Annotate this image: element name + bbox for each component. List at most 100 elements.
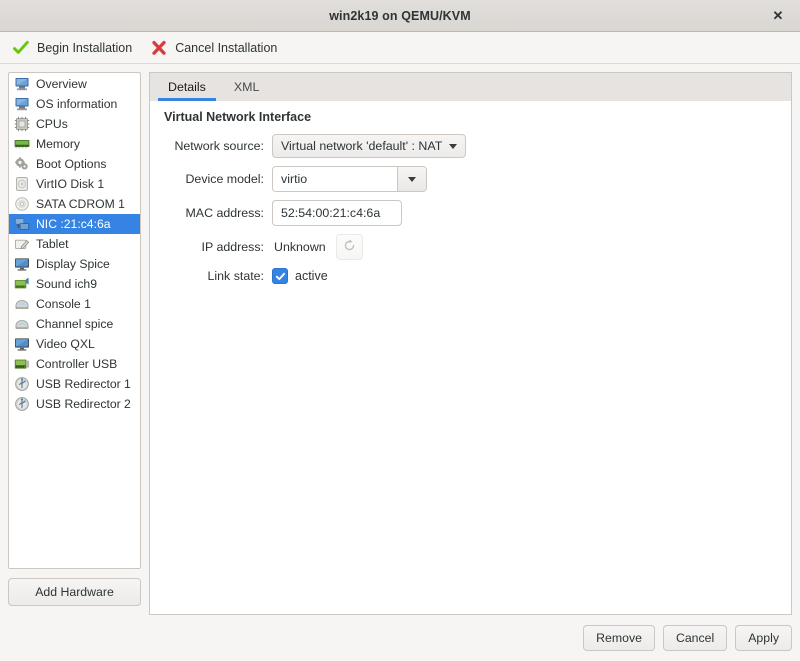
computer-icon <box>14 76 30 92</box>
sidebar-item-display-spice[interactable]: Display Spice <box>9 254 140 274</box>
body-area: Overview OS information CPUs Memory Boot Opt… <box>0 64 800 615</box>
sidebar-item-usb-redirector-2[interactable]: USB Redirector 2 <box>9 394 140 414</box>
titlebar: win2k19 on QEMU/KVM ✕ <box>0 0 800 32</box>
sidebar-item-virtio-disk-1[interactable]: VirtIO Disk 1 <box>9 174 140 194</box>
footer-button-bar: Remove Cancel Apply <box>0 615 800 661</box>
device-model-dropdown-button[interactable] <box>397 167 426 191</box>
begin-installation-label: Begin Installation <box>37 40 133 55</box>
tab-xml[interactable]: XML <box>220 73 273 101</box>
sidebar: Overview OS information CPUs Memory Boot Opt… <box>8 72 141 615</box>
device-model-label: Device model: <box>185 172 264 186</box>
sidebar-item-controller-usb[interactable]: Controller USB <box>9 354 140 374</box>
sidebar-item-tablet[interactable]: Tablet <box>9 234 140 254</box>
sidebar-item-nic-21-c4-6a[interactable]: NIC :21:c4:6a <box>9 214 140 234</box>
console-icon <box>14 316 30 332</box>
vm-details-window: win2k19 on QEMU/KVM ✕ Begin Installation… <box>0 0 800 661</box>
sidebar-item-label: OS information <box>36 97 118 111</box>
link-state-label: Link state: <box>207 269 264 283</box>
ip-address-value: Unknown <box>274 240 326 254</box>
display-monitor-icon <box>14 256 30 272</box>
usb-icon <box>14 376 30 392</box>
sidebar-item-console-1[interactable]: Console 1 <box>9 294 140 314</box>
controller-card-icon <box>14 356 30 372</box>
sidebar-item-label: VirtIO Disk 1 <box>36 177 105 191</box>
cancel-button[interactable]: Cancel <box>662 625 728 651</box>
sidebar-item-label: Sound ich9 <box>36 277 97 291</box>
mac-address-label: MAC address: <box>185 206 264 220</box>
display-monitor-icon <box>14 336 30 352</box>
section-title: Virtual Network Interface <box>164 110 312 124</box>
sidebar-item-sound-ich9[interactable]: Sound ich9 <box>9 274 140 294</box>
computer-icon <box>14 96 30 112</box>
network-source-row: Network source: Virtual network 'default… <box>162 134 779 158</box>
sidebar-item-label: USB Redirector 2 <box>36 397 131 411</box>
chevron-down-icon <box>408 176 416 182</box>
add-hardware-area: Add Hardware <box>8 569 141 615</box>
sidebar-item-label: Display Spice <box>36 257 110 271</box>
sidebar-item-label: Overview <box>36 77 87 91</box>
sidebar-item-cpus[interactable]: CPUs <box>9 114 140 134</box>
hardware-list[interactable]: Overview OS information CPUs Memory Boot Opt… <box>8 72 141 569</box>
apply-button[interactable]: Apply <box>735 625 792 651</box>
link-state-checkbox[interactable] <box>272 268 288 284</box>
cancel-installation-label: Cancel Installation <box>175 40 278 55</box>
link-state-checkbox-group[interactable]: active <box>272 268 328 284</box>
tab-details[interactable]: Details <box>154 73 220 101</box>
sidebar-item-label: Channel spice <box>36 317 114 331</box>
network-source-value: Virtual network 'default' : NAT <box>281 139 443 153</box>
memory-module-icon <box>14 136 30 152</box>
ip-address-label: IP address: <box>201 240 264 254</box>
sidebar-item-overview[interactable]: Overview <box>9 74 140 94</box>
sidebar-item-os-information[interactable]: OS information <box>9 94 140 114</box>
device-model-row: Device model: virtio <box>162 166 779 192</box>
cpu-chip-icon <box>14 116 30 132</box>
sidebar-item-video-qxl[interactable]: Video QXL <box>9 334 140 354</box>
gears-icon <box>14 156 30 172</box>
usb-icon <box>14 396 30 412</box>
optical-disc-icon <box>14 196 30 212</box>
sidebar-item-label: USB Redirector 1 <box>36 377 131 391</box>
window-title: win2k19 on QEMU/KVM <box>329 8 471 23</box>
mac-address-row: MAC address: 52:54:00:21:c4:6a <box>162 200 779 226</box>
sidebar-item-usb-redirector-1[interactable]: USB Redirector 1 <box>9 374 140 394</box>
stylus-tablet-icon <box>14 236 30 252</box>
network-source-dropdown[interactable]: Virtual network 'default' : NAT <box>272 134 467 158</box>
device-model-value[interactable]: virtio <box>273 167 397 191</box>
network-card-icon <box>14 216 30 232</box>
sidebar-item-channel-spice[interactable]: Channel spice <box>9 314 140 334</box>
main-panel: Details XML Virtual Network Interface Net… <box>149 72 792 615</box>
sidebar-item-label: Tablet <box>36 237 69 251</box>
mac-address-input[interactable]: 52:54:00:21:c4:6a <box>272 200 402 226</box>
device-model-combo[interactable]: virtio <box>272 166 427 192</box>
check-mark-icon <box>12 39 30 57</box>
sidebar-item-boot-options[interactable]: Boot Options <box>9 154 140 174</box>
sidebar-item-memory[interactable]: Memory <box>9 134 140 154</box>
sidebar-item-label: SATA CDROM 1 <box>36 197 125 211</box>
sidebar-item-label: NIC :21:c4:6a <box>36 217 111 231</box>
toolbar: Begin Installation Cancel Installation <box>0 32 800 64</box>
begin-installation-button[interactable]: Begin Installation <box>6 36 140 60</box>
refresh-icon <box>343 239 356 255</box>
checkmark-icon <box>275 272 285 280</box>
sidebar-item-label: Console 1 <box>36 297 91 311</box>
cancel-installation-button[interactable]: Cancel Installation <box>144 36 285 60</box>
sidebar-item-label: Boot Options <box>36 157 107 171</box>
remove-button[interactable]: Remove <box>583 625 655 651</box>
console-icon <box>14 296 30 312</box>
hard-disk-icon <box>14 176 30 192</box>
sidebar-item-label: Video QXL <box>36 337 95 351</box>
x-mark-icon <box>150 39 168 57</box>
network-source-label: Network source: <box>174 139 264 153</box>
tab-bar: Details XML <box>149 72 792 101</box>
tabs-host: Details XML Virtual Network Interface Net… <box>149 72 792 615</box>
link-state-row: Link state: active <box>162 268 779 284</box>
chevron-down-icon <box>449 143 458 149</box>
close-icon[interactable]: ✕ <box>764 0 792 31</box>
details-tab-content: Virtual Network Interface Network source… <box>149 101 792 615</box>
ip-refresh-button[interactable] <box>335 234 363 260</box>
ip-address-row: IP address: Unknown <box>162 234 779 260</box>
sidebar-item-label: CPUs <box>36 117 68 131</box>
add-hardware-button[interactable]: Add Hardware <box>8 578 141 606</box>
sidebar-item-sata-cdrom-1[interactable]: SATA CDROM 1 <box>9 194 140 214</box>
sidebar-item-label: Controller USB <box>36 357 118 371</box>
